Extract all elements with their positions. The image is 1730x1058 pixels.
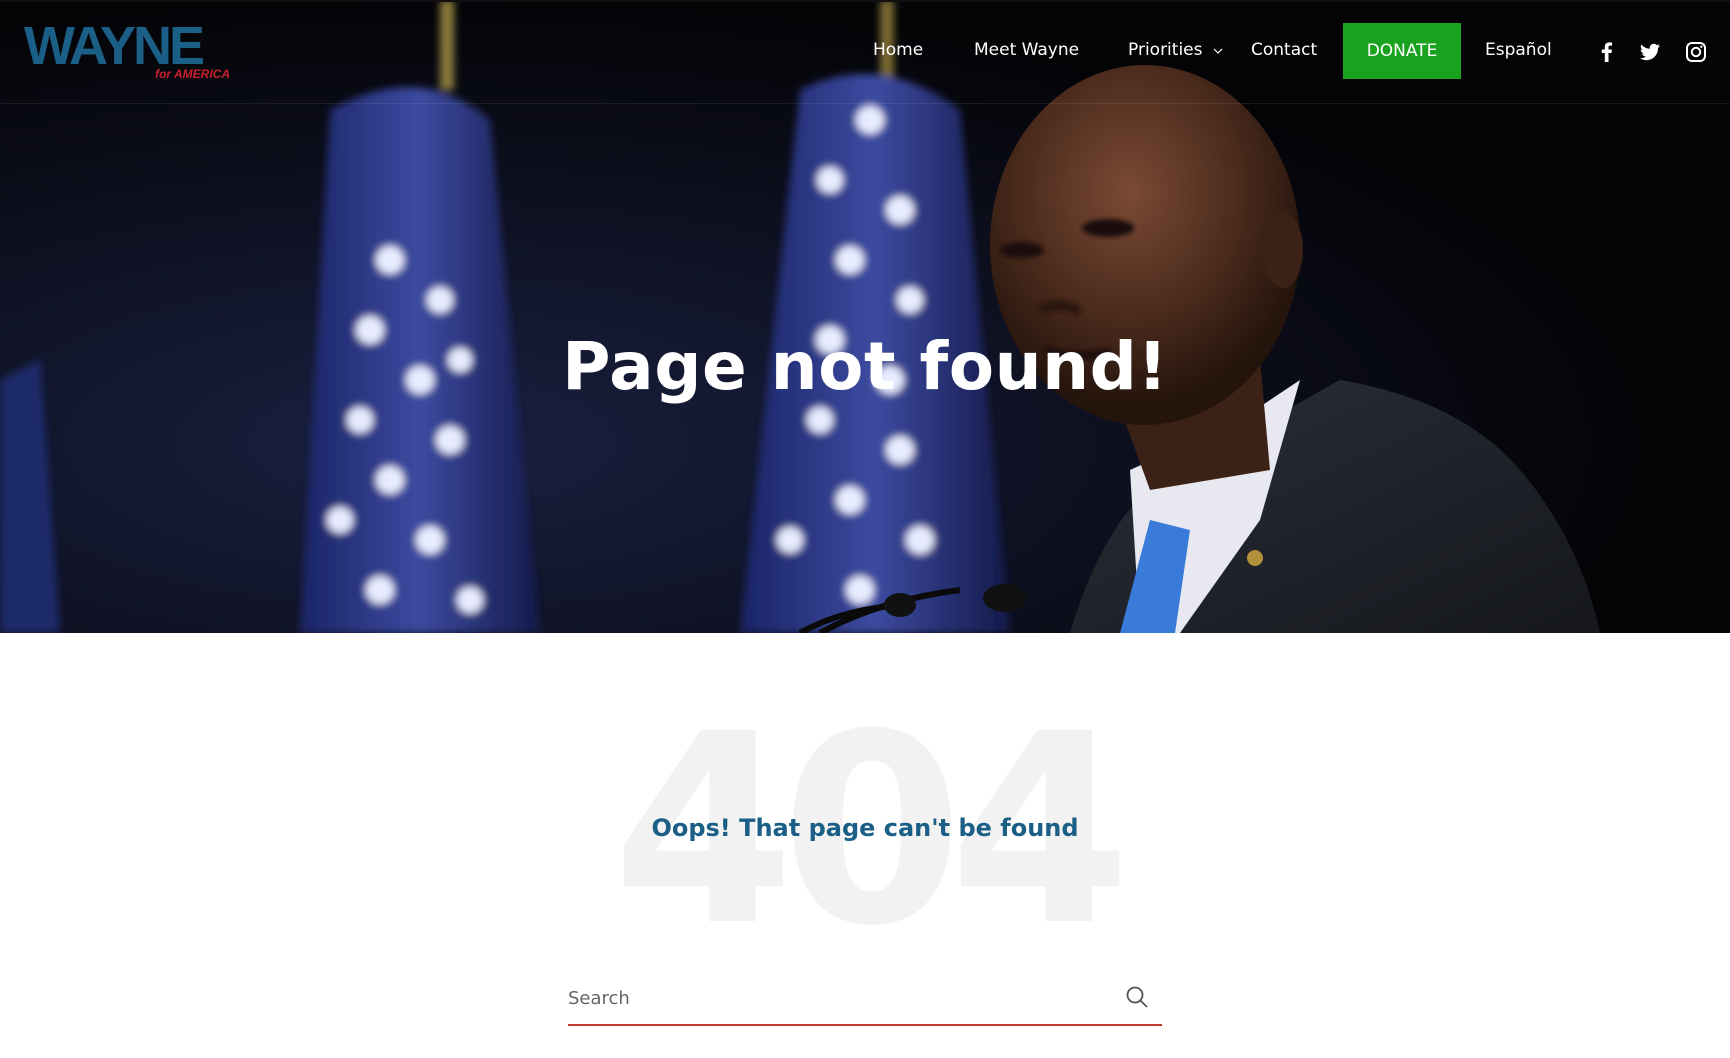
nav-home[interactable]: Home [873,40,923,64]
search-icon[interactable] [1124,984,1150,1010]
donate-button[interactable]: DONATE [1343,23,1461,79]
chevron-down-icon[interactable] [1212,42,1224,54]
nav-priorities[interactable]: Priorities [1128,40,1202,64]
search-form [568,970,1162,1026]
svg-text:for AMERICA: for AMERICA [155,67,230,81]
search-input[interactable] [568,978,1088,1018]
instagram-icon[interactable] [1684,40,1708,64]
site-logo[interactable]: WAYNE for AMERICA [24,20,234,82]
page-title: Page not found! [562,328,1168,405]
site-header: WAYNE for AMERICA Home Meet Wayne Priori… [0,0,1730,104]
nav-contact[interactable]: Contact [1251,40,1317,64]
error-message: Oops! That page can't be found [651,814,1079,842]
twitter-icon[interactable] [1638,40,1662,64]
language-espanol-link[interactable]: Español [1485,40,1552,64]
nav-meet-wayne[interactable]: Meet Wayne [974,40,1079,64]
facebook-icon[interactable] [1595,40,1619,64]
